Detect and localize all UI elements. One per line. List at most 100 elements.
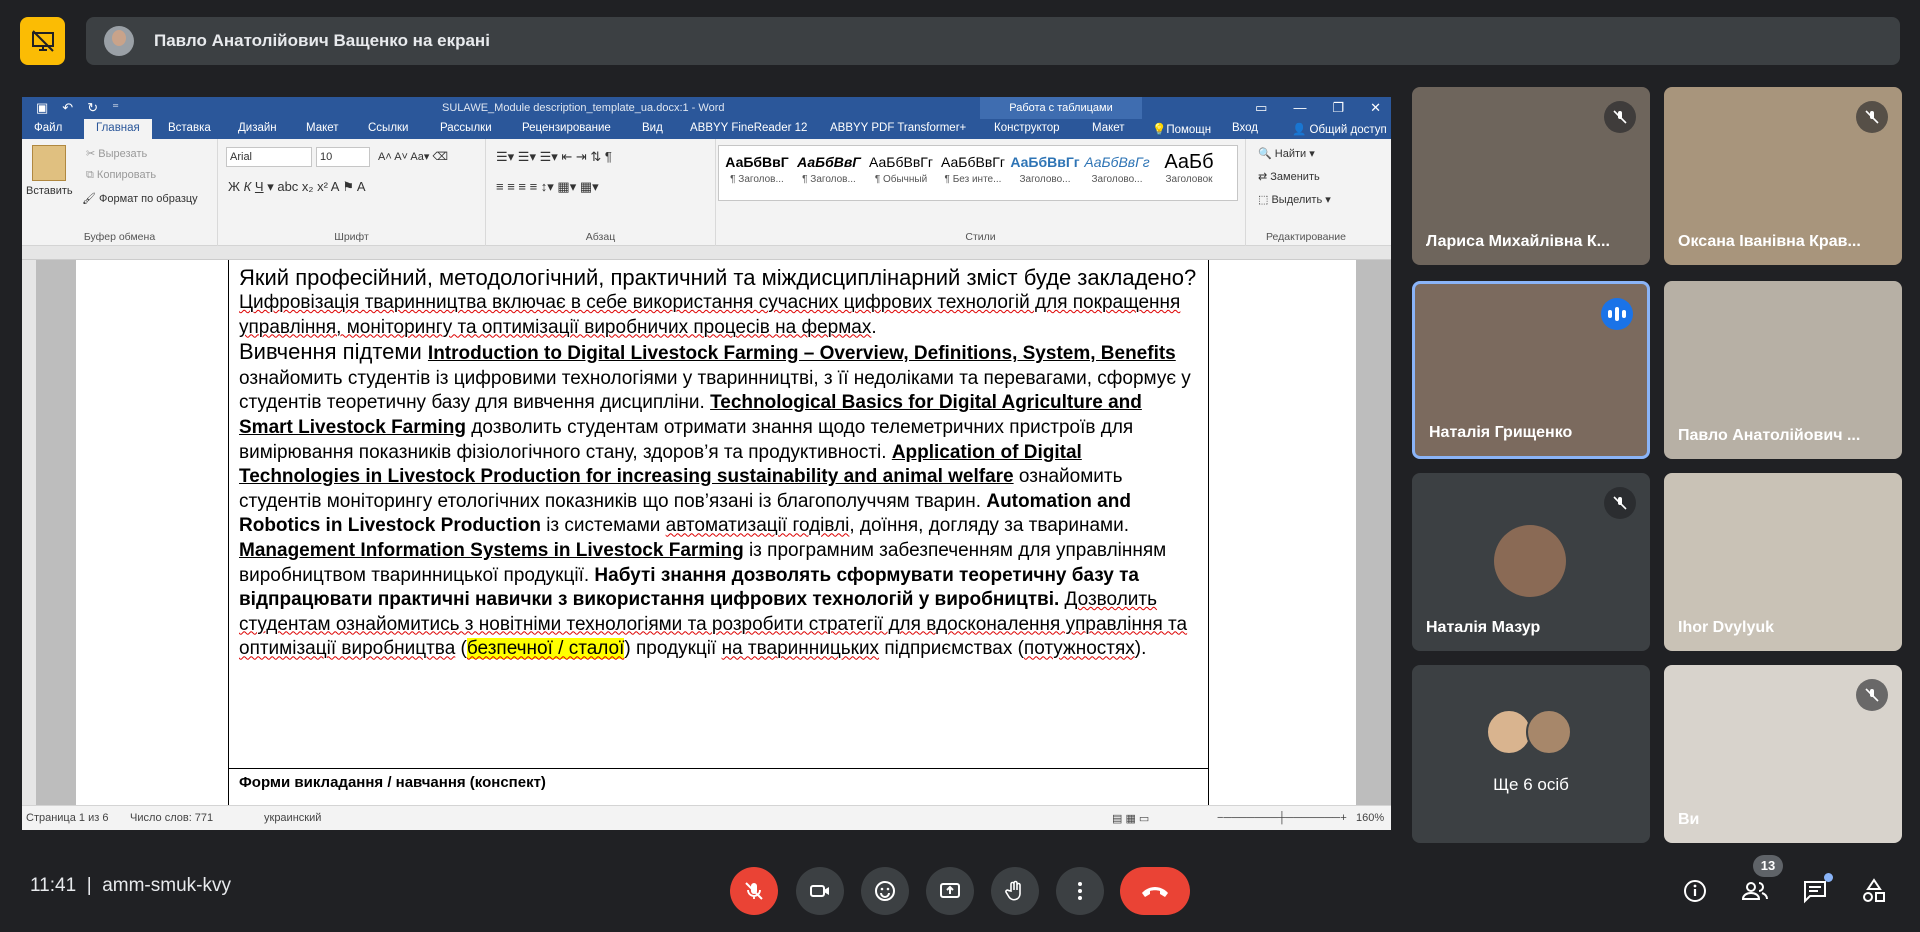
style-item[interactable]: АаБбВвГг ¶ Без инте...: [937, 150, 1009, 185]
more-options-button[interactable]: [1056, 867, 1104, 915]
font-format-icons[interactable]: Ж К Ч ▾ abc x₂ x² A ⚑ A: [228, 179, 366, 195]
tab-insert[interactable]: Вставка: [168, 122, 211, 134]
mic-off-icon: [1856, 101, 1888, 133]
style-item[interactable]: АаБбВвГ ¶ Заголов...: [793, 150, 865, 185]
presenter-text: Павло Анатолійович Ващенко на екрані: [154, 31, 490, 50]
horizontal-ruler[interactable]: [22, 246, 1391, 260]
editing-label: Редактирование: [1266, 231, 1346, 243]
tab-table-layout[interactable]: Макет: [1092, 122, 1125, 134]
participant-name: Оксана Іванівна Крав...: [1678, 233, 1861, 250]
document-page[interactable]: Який професійний, методологічний, практи…: [76, 260, 1356, 805]
vertical-ruler[interactable]: [22, 260, 36, 805]
copy-button[interactable]: ⧉ Копировать: [86, 169, 156, 182]
participant-name: Наталія Грищенко: [1429, 424, 1573, 441]
speaking-icon: [1601, 298, 1633, 330]
participant-name: Павло Анатолійович ...: [1678, 427, 1861, 444]
tab-constructor[interactable]: Конструктор: [994, 122, 1060, 134]
present-button[interactable]: [926, 867, 974, 915]
select-button[interactable]: ⬚ Выделить ▾: [1258, 193, 1331, 206]
align-icons[interactable]: ≡ ≡ ≡ ≡ ↕▾ ▦▾ ▦▾: [496, 179, 599, 195]
meeting-code: amm-smuk-kvy: [102, 875, 231, 896]
participant-name: Ви: [1678, 811, 1700, 828]
chat-icon: [1804, 881, 1826, 904]
styles-group: АаБбВвГ ¶ Заголов... АаБбВвГ ¶ Заголов... …: [716, 139, 1246, 246]
tab-home[interactable]: Главная: [84, 119, 152, 139]
ribbon: Вставить ✂ Вырезать ⧉ Копировать 🖌 Форма…: [22, 139, 1391, 246]
mic-off-icon: [1856, 679, 1888, 711]
styles-gallery[interactable]: АаБбВвГ ¶ Заголов... АаБбВвГ ¶ Заголов... …: [718, 145, 1238, 201]
style-item[interactable]: АаБбВвГ ¶ Заголов...: [721, 150, 793, 185]
font-name-select[interactable]: Arial: [226, 147, 312, 167]
style-item[interactable]: АаБбВвГг ¶ Обычный: [865, 150, 937, 185]
presentation-icon[interactable]: [20, 17, 65, 65]
participant-tile[interactable]: Павло Анатолійович ...: [1664, 281, 1902, 459]
document-title: SULAWE_Module description_template_ua.do…: [442, 102, 725, 114]
tab-layout[interactable]: Макет: [306, 122, 339, 134]
paste-icon[interactable]: [32, 145, 66, 181]
reactions-button[interactable]: [861, 867, 909, 915]
activities-button[interactable]: [1858, 875, 1890, 907]
language-status[interactable]: украинский: [264, 812, 321, 824]
zoom-slider[interactable]: −───────┼───────+: [1217, 812, 1347, 824]
font-size-select[interactable]: 10: [316, 147, 370, 167]
tab-references[interactable]: Ссылки: [368, 122, 409, 134]
meeting-details-button[interactable]: [1679, 875, 1711, 907]
undo-icon[interactable]: ↶: [62, 100, 73, 116]
share-button[interactable]: 👤 Общий доступ: [1292, 122, 1387, 136]
camera-toggle-button[interactable]: [796, 867, 844, 915]
replace-button[interactable]: ⇄ Заменить: [1258, 170, 1320, 183]
chat-button[interactable]: [1799, 873, 1833, 907]
word-count[interactable]: Число слов: 771: [130, 812, 213, 824]
clipboard-group: Вставить ✂ Вырезать ⧉ Копировать 🖌 Форма…: [22, 139, 218, 246]
table-row-border: [229, 768, 1208, 769]
tab-review[interactable]: Рецензирование: [522, 122, 611, 134]
raise-hand-button[interactable]: [991, 867, 1039, 915]
people-button[interactable]: 13: [1739, 855, 1783, 907]
avatar: [1494, 525, 1566, 597]
view-icons[interactable]: ▤ ▦ ▭: [1112, 812, 1149, 825]
more-participants-tile[interactable]: Ще 6 осіб: [1412, 665, 1650, 843]
restore-icon[interactable]: ❐: [1332, 100, 1344, 116]
redo-icon[interactable]: ↻: [87, 100, 98, 116]
minimize-icon[interactable]: —: [1293, 100, 1306, 116]
participant-tile[interactable]: Оксана Іванівна Крав...: [1664, 87, 1902, 265]
camera-icon: [810, 885, 829, 897]
style-item[interactable]: АаБбВвГг Заголово...: [1081, 150, 1153, 185]
tab-view[interactable]: Вид: [642, 122, 663, 134]
participant-tile-speaking[interactable]: Наталія Грищенко: [1412, 281, 1650, 459]
leave-call-button[interactable]: [1120, 867, 1190, 915]
info-icon: [1684, 880, 1706, 902]
list-icons[interactable]: ☰▾ ☰▾ ☰▾ ⇤ ⇥ ⇅ ¶: [496, 149, 612, 165]
tab-pdf-transformer[interactable]: ABBYY PDF Transformer+: [830, 122, 966, 134]
tab-design[interactable]: Дизайн: [238, 122, 277, 134]
meeting-info: 11:41 | amm-smuk-kvy: [30, 875, 231, 896]
close-icon[interactable]: ✕: [1370, 100, 1381, 116]
grow-font-icon[interactable]: A˄ A˅ Aa▾ ⌫: [378, 150, 448, 163]
participant-tile[interactable]: Лариса Михайлівна К...: [1412, 87, 1650, 265]
participant-tile[interactable]: Ihor Dvylyuk: [1664, 473, 1902, 651]
self-tile[interactable]: Ви: [1664, 665, 1902, 843]
style-item[interactable]: АаБб Заголовок: [1153, 150, 1225, 185]
clock: 11:41: [30, 875, 77, 896]
bottom-bar: 11:41 | amm-smuk-kvy 13: [0, 855, 1920, 932]
zoom-level[interactable]: 160%: [1356, 812, 1384, 824]
customize-icon[interactable]: ⁼: [112, 100, 119, 116]
tab-file[interactable]: Файл: [34, 122, 62, 134]
tab-mailings[interactable]: Рассылки: [440, 122, 492, 134]
save-icon[interactable]: ▣: [36, 100, 48, 116]
mic-toggle-button[interactable]: [730, 867, 778, 915]
participant-tile[interactable]: Наталія Мазур: [1412, 473, 1650, 651]
style-item[interactable]: АаБбВвГг Заголово...: [1009, 150, 1081, 185]
cut-button[interactable]: ✂ Вырезать: [86, 147, 147, 160]
format-painter-button[interactable]: 🖌 Формат по образцу: [82, 192, 198, 205]
find-button[interactable]: 🔍 Найти ▾: [1258, 147, 1315, 160]
paste-button[interactable]: Вставить: [26, 185, 73, 197]
more-vert-icon: [1078, 882, 1082, 900]
page-count[interactable]: Страница 1 из 6: [26, 812, 108, 824]
font-label: Шрифт: [334, 231, 369, 243]
ribbon-display-icon[interactable]: ▭: [1255, 100, 1267, 116]
tab-finereader[interactable]: ABBYY FineReader 12: [690, 122, 807, 134]
document-text[interactable]: Який професійний, методологічний, практи…: [239, 264, 1199, 662]
tab-help[interactable]: 💡Помощн: [1152, 122, 1211, 136]
sign-in-link[interactable]: Вход: [1232, 122, 1258, 134]
